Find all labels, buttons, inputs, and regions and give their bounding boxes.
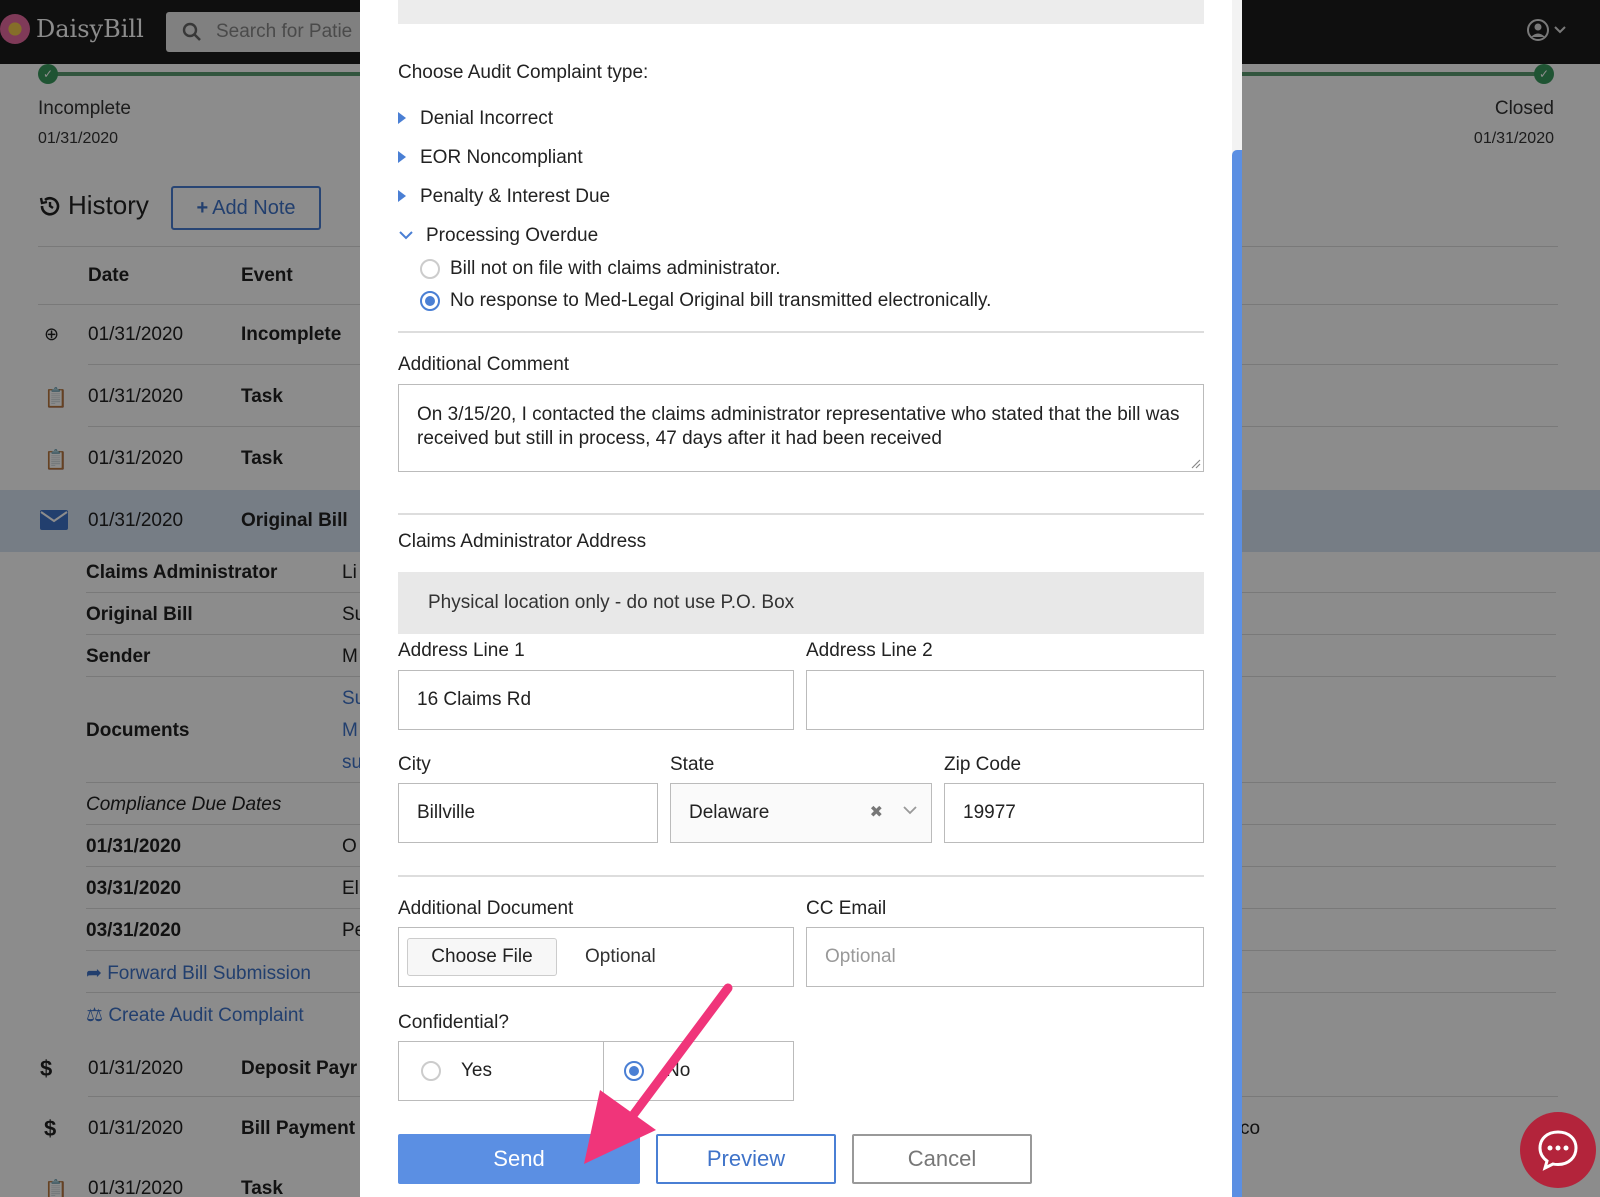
cc-email-input[interactable]: Optional	[806, 927, 1204, 987]
confidential-yes-label: Yes	[461, 1060, 492, 1081]
cc-email-label: CC Email	[806, 898, 887, 919]
complaint-type-title: Choose Audit Complaint type:	[398, 62, 649, 83]
state-select[interactable]: Delaware ✖	[670, 783, 932, 843]
modal-scrollbar[interactable]	[1232, 0, 1242, 1197]
address1-input[interactable]: 16 Claims Rd	[398, 670, 794, 730]
option-label: No response to Med-Legal Original bill t…	[450, 290, 992, 311]
resize-handle-icon[interactable]	[1189, 457, 1201, 469]
divider	[398, 875, 1204, 877]
cancel-label: Cancel	[907, 1146, 977, 1171]
address-notice: Physical location only - do not use P.O.…	[398, 572, 1204, 634]
choose-file-label: Choose File	[431, 946, 533, 967]
confidential-yes-option[interactable]: Yes	[398, 1041, 604, 1101]
complaint-type-penalty[interactable]: Penalty & Interest Due	[420, 186, 610, 208]
zip-input[interactable]: 19977	[944, 783, 1204, 843]
chat-widget-button[interactable]	[1520, 1112, 1596, 1188]
send-label: Send	[493, 1146, 545, 1171]
caret-right-icon	[398, 190, 406, 202]
complaint-type-processing[interactable]: Processing Overdue	[426, 225, 598, 247]
zip-label: Zip Code	[944, 754, 1022, 775]
annotation-arrow-icon	[584, 983, 733, 1164]
address1-label: Address Line 1	[398, 640, 525, 661]
address1-value: 16 Claims Rd	[417, 689, 532, 710]
document-label: Additional Document	[398, 898, 574, 919]
option-label: Bill not on file with claims administrat…	[450, 258, 781, 279]
city-value: Billville	[417, 802, 476, 823]
additional-comment-textarea[interactable]: On 3/15/20, I contacted the claims admin…	[398, 384, 1204, 472]
radio-no-response[interactable]	[420, 291, 440, 311]
cc-email-placeholder: Optional	[825, 946, 896, 967]
confidential-label: Confidential?	[398, 1012, 509, 1033]
comment-label: Additional Comment	[398, 354, 570, 375]
audit-complaint-modal: Choose Audit Complaint type: Denial Inco…	[360, 0, 1242, 1197]
modal-header-strip	[398, 0, 1204, 24]
file-input[interactable]: Choose File Optional	[398, 927, 794, 987]
address2-input[interactable]	[806, 670, 1204, 730]
radio-bill-not-on-file[interactable]	[420, 259, 440, 279]
address-title: Claims Administrator Address	[398, 531, 647, 552]
city-input[interactable]: Billville	[398, 783, 658, 843]
comment-text: On 3/15/20, I contacted the claims admin…	[417, 404, 1180, 449]
clear-icon[interactable]: ✖	[870, 802, 883, 822]
divider	[398, 513, 1204, 515]
notice-text: Physical location only - do not use P.O.…	[428, 592, 795, 613]
file-status: Optional	[585, 946, 656, 967]
radio-confidential-yes[interactable]	[421, 1061, 441, 1081]
state-value: Delaware	[689, 802, 770, 823]
state-label: State	[670, 754, 715, 775]
chat-icon	[1538, 1130, 1578, 1171]
city-label: City	[398, 754, 431, 775]
zip-value: 19977	[963, 802, 1016, 823]
choose-file-button[interactable]: Choose File	[407, 938, 557, 976]
caret-right-icon	[398, 151, 406, 163]
cancel-button[interactable]: Cancel	[852, 1134, 1032, 1184]
chevron-down-icon[interactable]	[903, 806, 917, 815]
complaint-type-denial[interactable]: Denial Incorrect	[420, 108, 553, 130]
scrollbar-thumb[interactable]	[1232, 150, 1242, 1197]
divider	[398, 331, 1204, 333]
caret-right-icon	[398, 112, 406, 124]
address2-label: Address Line 2	[806, 640, 933, 661]
complaint-type-eor[interactable]: EOR Noncompliant	[420, 147, 583, 169]
chevron-down-icon	[399, 231, 413, 240]
